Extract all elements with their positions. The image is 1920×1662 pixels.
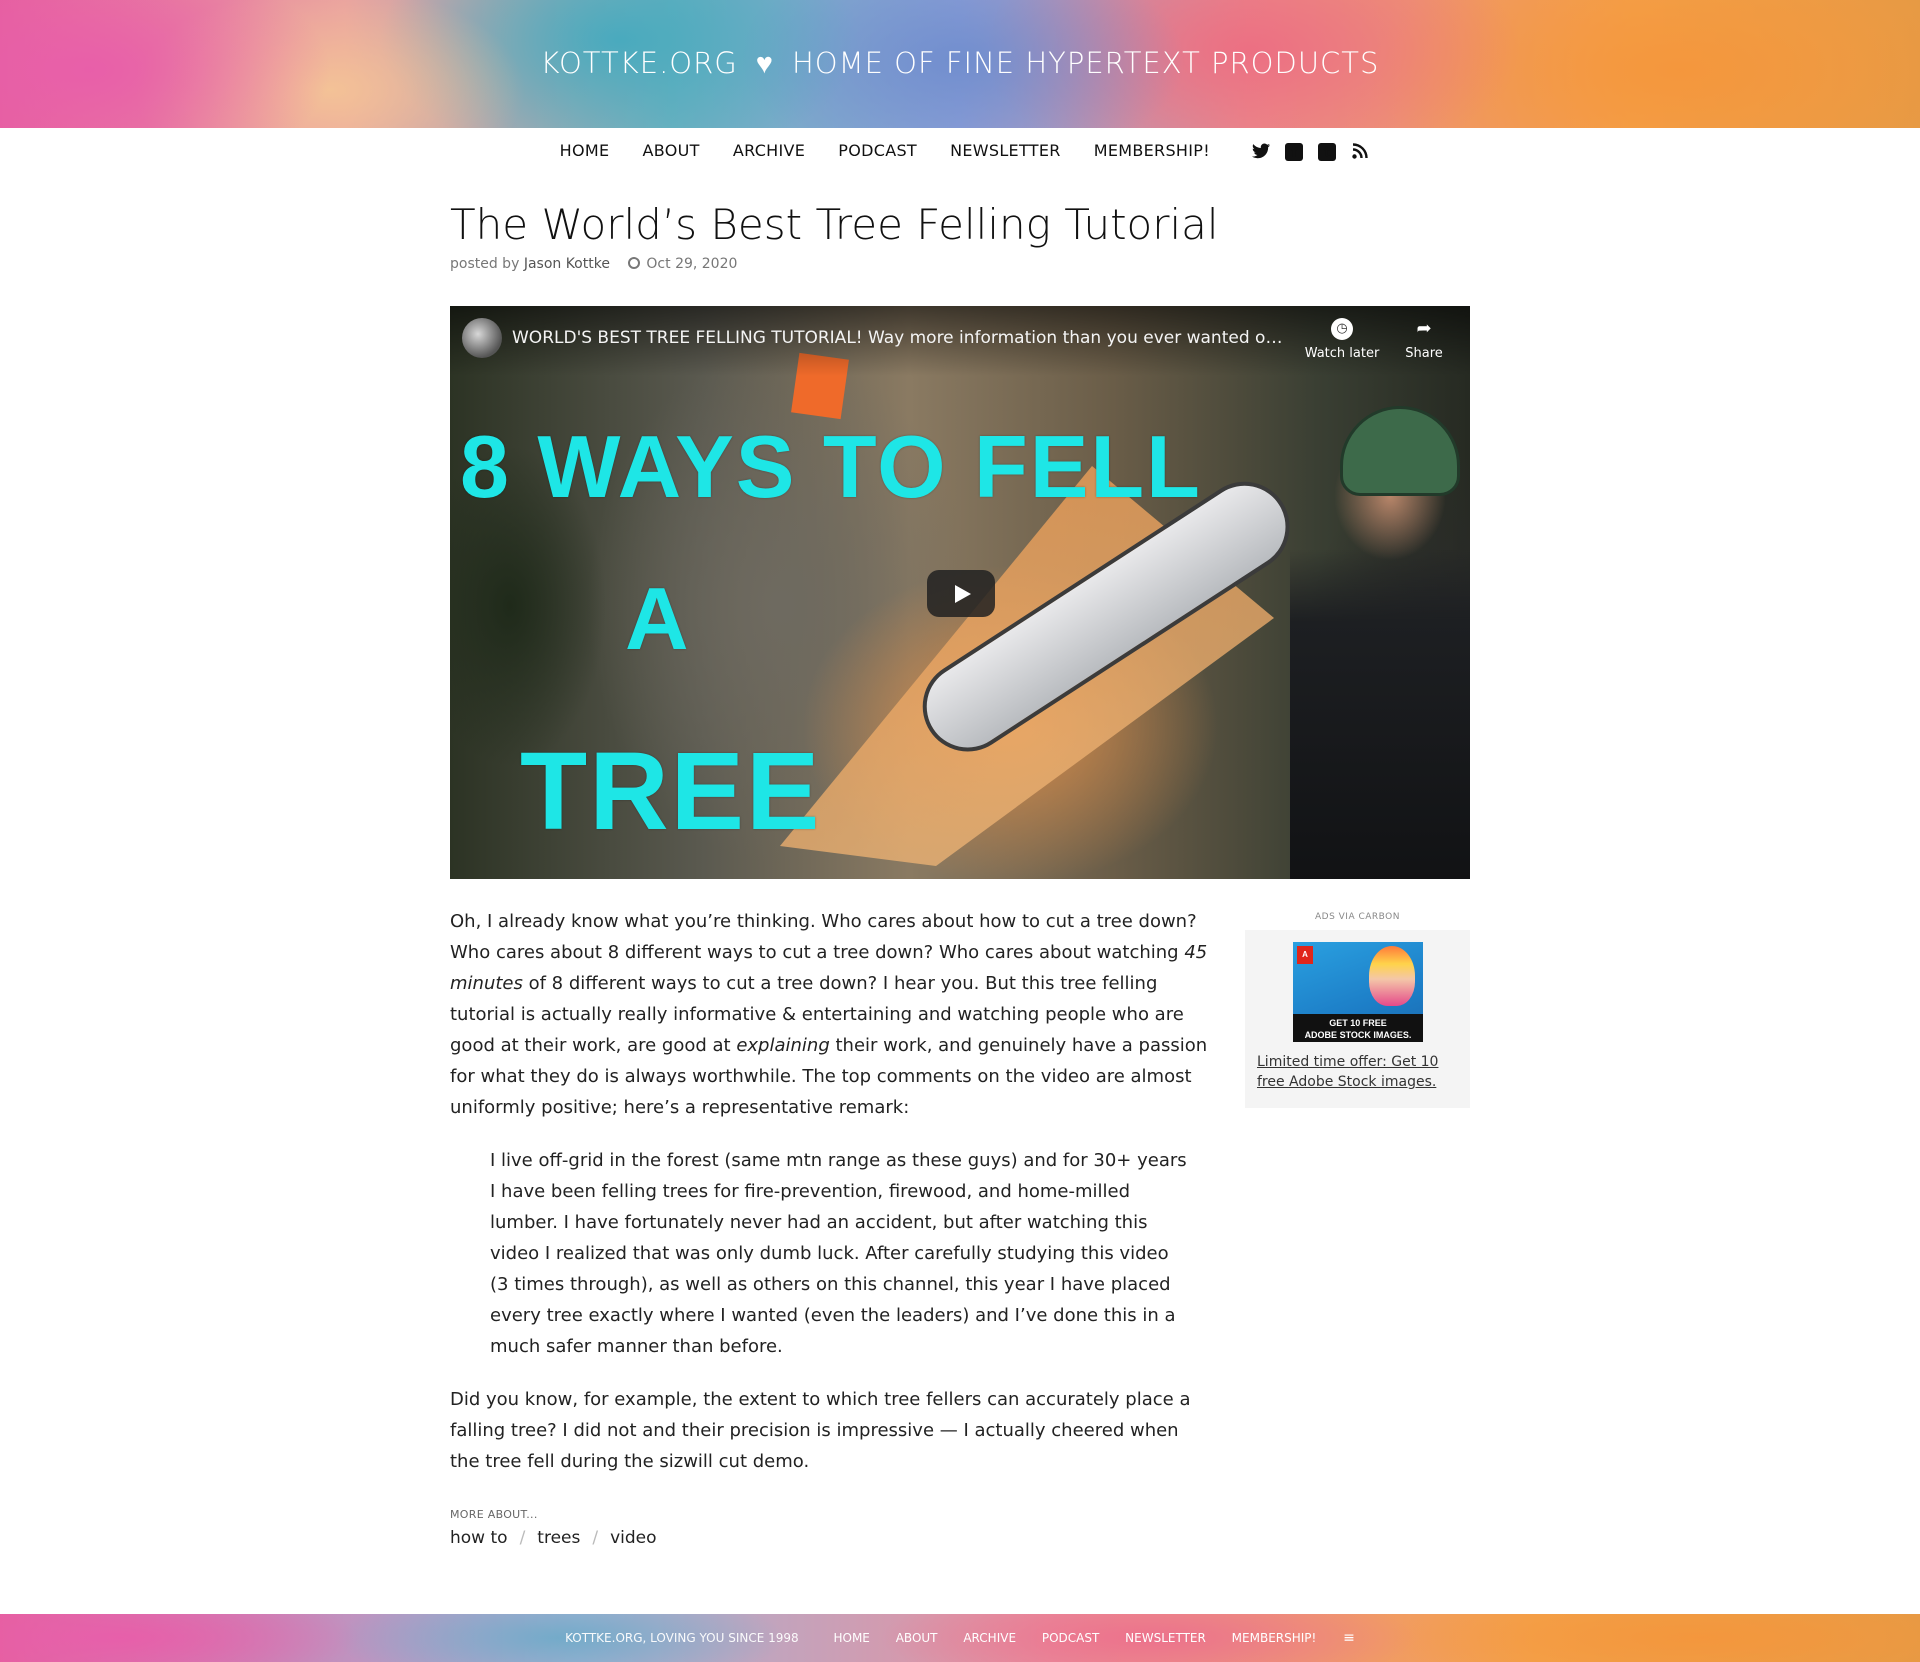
- paragraph-2: Did you know, for example, the extent to…: [450, 1389, 1191, 1472]
- tag-separator: /: [519, 1528, 526, 1548]
- video-embed[interactable]: 8 WAYS TO FELL A TREE WORLD'S BEST TREE …: [450, 306, 1470, 879]
- nav-about[interactable]: ABOUT: [643, 141, 700, 160]
- social-links: f t: [1247, 142, 1374, 162]
- nav-membership[interactable]: MEMBERSHIP!: [1094, 141, 1210, 160]
- main-nav: HOME ABOUT ARCHIVE PODCAST NEWSLETTER ME…: [0, 141, 1920, 162]
- thumbnail-text-line3: TREE: [520, 730, 822, 853]
- thumbnail-text-line2: A: [625, 569, 691, 668]
- heart-icon: ♥: [755, 46, 774, 80]
- footer-nav: KOTTKE.ORG, LOVING YOU SINCE 1998 HOME A…: [0, 1630, 1920, 1646]
- channel-avatar[interactable]: [462, 318, 502, 358]
- footer-about[interactable]: ABOUT: [896, 1631, 938, 1645]
- site-title[interactable]: KOTTKE.ORG ♥ HOME OF FINE HYPERTEXT PRODUC…: [0, 46, 1920, 81]
- video-top-bar: WORLD'S BEST TREE FELLING TUTORIAL! Way …: [450, 306, 1470, 376]
- play-button[interactable]: [927, 570, 995, 617]
- footer-bar: KOTTKE.ORG, LOVING YOU SINCE 1998 HOME A…: [0, 1614, 1920, 1662]
- ad-image[interactable]: A GET 10 FREE ADOBE STOCK IMAGES.: [1293, 942, 1423, 1042]
- menu-icon[interactable]: ≡: [1343, 1630, 1355, 1646]
- carbon-ad[interactable]: A GET 10 FREE ADOBE STOCK IMAGES. Limite…: [1245, 930, 1470, 1108]
- byline: posted by Jason Kottke Oct 29, 2020: [450, 256, 1470, 272]
- quote: I live off-grid in the forest (same mtn …: [490, 1150, 1187, 1357]
- tag-list: how to / trees / video: [450, 1528, 657, 1548]
- tag-trees[interactable]: trees: [537, 1528, 580, 1548]
- footer-archive[interactable]: ARCHIVE: [963, 1631, 1016, 1645]
- tag-video[interactable]: video: [610, 1528, 656, 1548]
- clock-icon: [628, 257, 641, 270]
- post-title[interactable]: The World’s Best Tree Felling Tutorial: [450, 200, 1470, 250]
- facebook-icon[interactable]: f: [1285, 143, 1304, 162]
- posted-by-label: posted by: [450, 256, 520, 273]
- ad-banner-text: GET 10 FREE ADOBE STOCK IMAGES.: [1293, 1014, 1423, 1042]
- post-date[interactable]: Oct 29, 2020: [646, 256, 737, 272]
- header-banner: KOTTKE.ORG ♥ HOME OF FINE HYPERTEXT PRODUC…: [0, 0, 1920, 128]
- clock-icon: ◷: [1331, 318, 1353, 340]
- tumblr-icon[interactable]: t: [1318, 143, 1337, 162]
- footer-tagline: KOTTKE.ORG, LOVING YOU SINCE 1998: [565, 1631, 799, 1645]
- video-title[interactable]: WORLD'S BEST TREE FELLING TUTORIAL! Way …: [512, 328, 1292, 348]
- thumbnail-text-line1: 8 WAYS TO FELL: [460, 417, 1202, 516]
- tag-how-to[interactable]: how to: [450, 1528, 508, 1548]
- tag-separator: /: [592, 1528, 599, 1548]
- post-header: The World’s Best Tree Felling Tutorial p…: [450, 200, 1470, 272]
- ad-portrait: [1369, 946, 1415, 1006]
- nav-podcast[interactable]: PODCAST: [838, 141, 917, 160]
- nav-home[interactable]: HOME: [560, 141, 610, 160]
- rss-icon[interactable]: [1351, 143, 1369, 161]
- twitter-icon[interactable]: [1252, 143, 1271, 161]
- share-arrow-icon: ➦: [1416, 318, 1432, 339]
- tags-label: MORE ABOUT...: [450, 1508, 538, 1521]
- nav-archive[interactable]: ARCHIVE: [733, 141, 805, 160]
- adobe-logo: A: [1297, 946, 1313, 964]
- footer-podcast[interactable]: PODCAST: [1042, 1631, 1099, 1645]
- watch-later-button[interactable]: ◷ Watch later: [1302, 318, 1382, 361]
- ad-link[interactable]: Limited time offer: Get 10 free Adobe St…: [1257, 1052, 1457, 1092]
- ad-label: ADS VIA CARBON: [1314, 912, 1401, 922]
- nav-newsletter[interactable]: NEWSLETTER: [950, 141, 1061, 160]
- watch-later-label: Watch later: [1304, 346, 1380, 361]
- footer-newsletter[interactable]: NEWSLETTER: [1125, 1631, 1206, 1645]
- footer-membership[interactable]: MEMBERSHIP!: [1232, 1631, 1317, 1645]
- share-label: Share: [1405, 346, 1443, 361]
- author-link[interactable]: Jason Kottke: [524, 256, 610, 272]
- footer-home[interactable]: HOME: [833, 1631, 869, 1645]
- paragraph-1: Oh, I already know what you’re thinking.…: [450, 911, 1208, 1118]
- site-name[interactable]: KOTTKE.ORG: [541, 46, 738, 80]
- share-button[interactable]: ➦ Share: [1394, 318, 1454, 361]
- article-body: Oh, I already know what you’re thinking.…: [450, 906, 1210, 1499]
- site-tagline: HOME OF FINE HYPERTEXT PRODUCTS: [791, 46, 1380, 80]
